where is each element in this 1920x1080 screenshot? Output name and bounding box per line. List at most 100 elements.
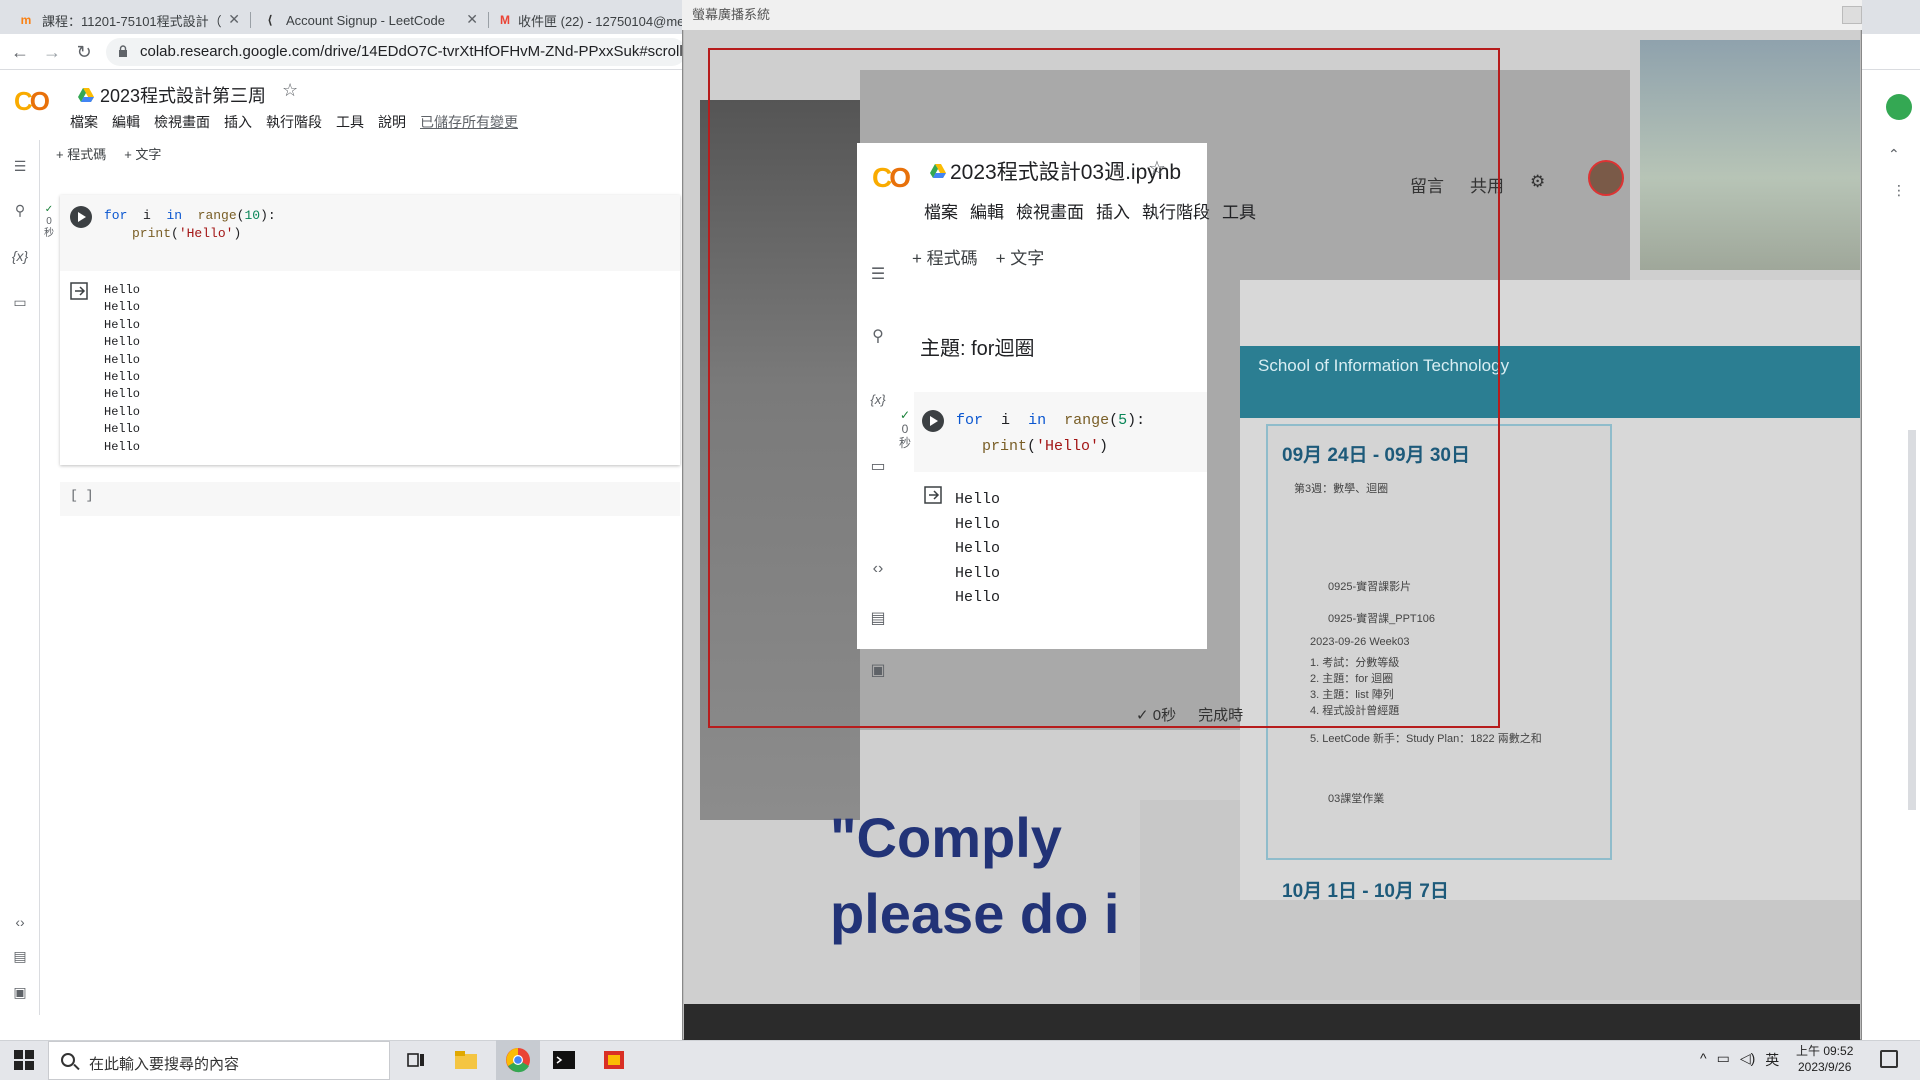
file-explorer-icon[interactable] — [452, 1046, 480, 1074]
menu-edit[interactable]: 編輯 — [112, 112, 140, 132]
nested-menubar: 檔案 編輯 檢視畫面 插入 執行階段 工具 — [924, 203, 1256, 222]
tab-gmail[interactable]: M 收件匣 (22) - 12750104@me — [490, 6, 690, 34]
output-line: Hello — [104, 404, 141, 419]
colab-logo: CO — [872, 162, 911, 193]
taskbar-clock[interactable]: 上午 09:52 2023/9/26 — [1796, 1043, 1853, 1075]
lock-icon — [119, 45, 127, 57]
close-icon[interactable]: ✕ — [228, 11, 240, 28]
star-icon[interactable]: ☆ — [282, 80, 298, 101]
avatar[interactable] — [1886, 94, 1912, 120]
slide-text: "Comply please do i — [830, 806, 1120, 945]
execution-status: ✓ 0 秒 — [898, 408, 911, 450]
drive-icon — [78, 88, 94, 102]
tab-leetcode[interactable]: ⟨ Account Signup - LeetCode ✕ — [252, 6, 486, 34]
output-line: Hello — [104, 335, 141, 350]
menu-view[interactable]: 檢視畫面 — [154, 112, 210, 132]
reload-icon[interactable]: ↻ — [74, 42, 94, 62]
nested-status-bar: ✓ 0秒 完成時 — [1136, 707, 1244, 724]
notification-icon[interactable] — [1880, 1050, 1898, 1068]
output-line: Hello — [104, 300, 141, 315]
empty-code-cell[interactable]: [ ] — [60, 482, 680, 516]
command-palette-icon[interactable]: ▤ — [10, 946, 30, 966]
tab-label: Account Signup - LeetCode — [286, 12, 445, 28]
volume-icon[interactable]: ◁) — [1740, 1050, 1755, 1070]
variables-icon[interactable]: {x} — [10, 246, 30, 266]
chevron-up-icon[interactable]: ⌃ — [1888, 146, 1900, 163]
taskbar-search-placeholder: 在此輸入要搜尋的內容 — [89, 1056, 240, 1073]
add-text-button[interactable]: + 文字 — [124, 144, 161, 163]
clock-date: 2023/9/26 — [1797, 1060, 1852, 1074]
broadcast-title: 螢幕廣播系統 — [692, 7, 771, 22]
variables-icon: {x} — [870, 392, 886, 407]
output-line: Hello — [104, 370, 141, 385]
broadcast-close-button[interactable] — [1842, 6, 1862, 24]
output-line: Hello — [104, 283, 141, 297]
nested-cell-toolbar: + 程式碼 + 文字 — [912, 249, 1045, 268]
chrome-taskbar-button[interactable] — [496, 1040, 540, 1080]
gmail-icon: M — [500, 13, 510, 27]
saved-status-link[interactable]: 已儲存所有變更 — [420, 112, 518, 132]
broadcast-app-icon[interactable] — [600, 1046, 628, 1074]
network-icon[interactable]: ▭ — [1717, 1050, 1730, 1070]
moodle-icon: m — [20, 13, 32, 27]
colab-logo[interactable]: CO — [14, 86, 50, 117]
output-line: Hello — [104, 439, 141, 454]
windows-start-icon[interactable] — [14, 1050, 34, 1070]
command-palette-icon: ▤ — [870, 610, 886, 627]
terminal-icon[interactable]: ▣ — [10, 982, 30, 1002]
nested-topic-heading: 主題: for迴圈 — [920, 338, 1035, 360]
back-icon[interactable]: ← — [10, 42, 30, 62]
code-line-1: for i in range(10): — [104, 208, 276, 223]
execution-status: ✓ 0 秒 — [42, 204, 56, 240]
colab-menubar: 檔案 編輯 檢視畫面 插入 執行階段 工具 說明 已儲存所有變更 — [70, 112, 518, 132]
toc-icon[interactable]: ☰ — [10, 156, 30, 176]
task-view-icon[interactable] — [402, 1046, 430, 1074]
search-icon — [61, 1053, 75, 1067]
moodle-line: 03課堂作業 — [1328, 793, 1385, 805]
code-snippets-icon: ‹› — [872, 560, 884, 577]
search-icon: ⚲ — [872, 328, 884, 345]
terminal-app-icon[interactable] — [550, 1046, 578, 1074]
moodle-week-heading: 10月 1日 - 10月 7日 — [1282, 881, 1449, 902]
colab-left-rail: ☰ ⚲ {x} ▭ ‹› ▤ ▣ — [0, 140, 40, 1015]
notebook-title[interactable]: 2023程式設計第三周 — [78, 82, 266, 108]
nested-cell-output: Hello Hello Hello Hello Hello — [955, 491, 1001, 606]
notebook-title-text: 2023程式設計第三周 — [100, 86, 267, 106]
more-options-icon[interactable]: ⋮ — [1892, 182, 1906, 199]
check-icon: ✓ — [44, 204, 54, 215]
star-icon: ☆ — [1148, 158, 1166, 180]
execution-time: 0 — [46, 216, 52, 227]
add-code-button[interactable]: + 程式碼 — [56, 144, 106, 163]
menu-insert[interactable]: 插入 — [224, 112, 252, 132]
folder-icon: ▭ — [870, 458, 886, 475]
execution-unit: 秒 — [44, 228, 54, 239]
output-icon[interactable] — [70, 282, 90, 300]
moodle-line: 5. LeetCode 新手：Study Plan：1822 兩數之和 — [1310, 733, 1542, 745]
menu-file[interactable]: 檔案 — [70, 112, 98, 132]
nested-code-line-1: for i in range(5): — [956, 412, 1146, 429]
search-icon[interactable]: ⚲ — [10, 200, 30, 220]
code-line-2: print('Hello') — [132, 226, 242, 241]
clock-time: 上午 09:52 — [1796, 1044, 1854, 1058]
scrollbar[interactable] — [1908, 430, 1916, 810]
menu-runtime[interactable]: 執行階段 — [266, 112, 322, 132]
toc-icon: ☰ — [870, 266, 886, 283]
code-snippets-icon[interactable]: ‹› — [10, 912, 30, 932]
leetcode-icon: ⟨ — [267, 13, 273, 27]
forward-icon[interactable]: → — [42, 42, 62, 62]
url-text: colab.research.google.com/drive/14EDdO7C… — [140, 43, 686, 60]
nested-notebook-title: 2023程式設計03週.ipynb — [930, 156, 1181, 186]
chrome-icon — [506, 1048, 530, 1073]
ime-indicator[interactable]: 英 — [1765, 1050, 1779, 1070]
run-cell-button[interactable] — [70, 206, 92, 228]
tab-moodle-course[interactable]: m 課程：11201-75101程式設計（ ✕ — [8, 6, 248, 34]
menu-help[interactable]: 說明 — [378, 112, 406, 132]
address-bar[interactable]: colab.research.google.com/drive/14EDdO7C… — [106, 38, 686, 66]
close-icon[interactable]: ✕ — [466, 11, 478, 28]
taskbar-search[interactable]: 在此輸入要搜尋的內容 — [48, 1041, 390, 1080]
chevron-up-icon[interactable]: ^ — [1700, 1050, 1707, 1070]
menu-tools[interactable]: 工具 — [336, 112, 364, 132]
broadcast-title-bar: 螢幕廣播系統 — [682, 0, 1862, 30]
folder-icon[interactable]: ▭ — [10, 292, 30, 312]
nested-code-cell — [914, 392, 1207, 472]
